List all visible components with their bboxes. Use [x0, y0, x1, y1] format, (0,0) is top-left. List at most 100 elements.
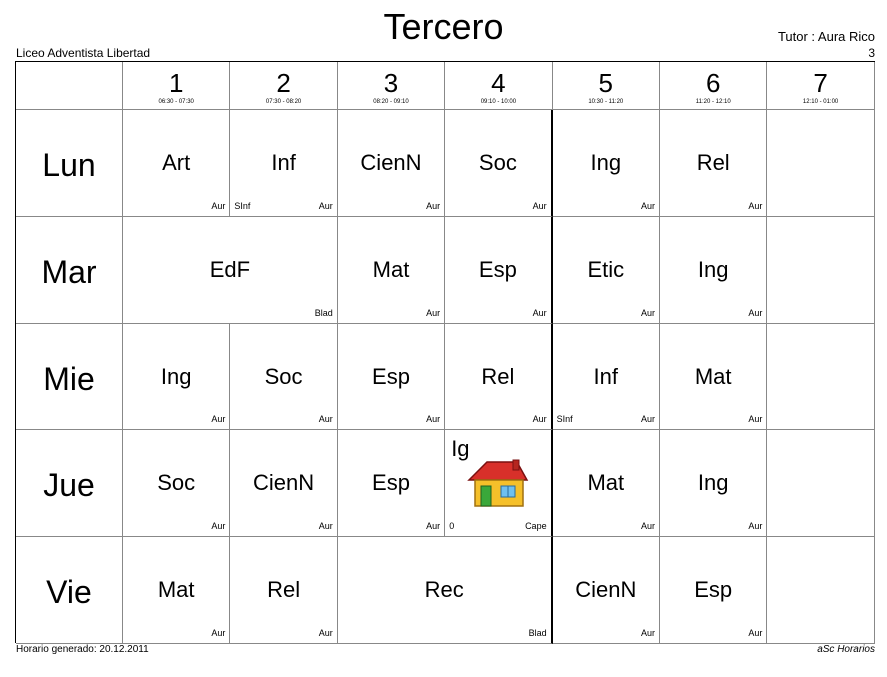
lesson-teacher: Aur: [532, 307, 547, 318]
lesson-cell[interactable]: CienN Aur: [552, 537, 660, 644]
lesson-subject: Rel: [481, 363, 515, 389]
lesson-subject: Esp: [372, 363, 410, 389]
period-number: 7: [813, 68, 828, 98]
timetable-grid: 1 06:30 - 07:30 2 07:30 - 08:20 3 08:20 - 09:…: [15, 61, 875, 644]
lesson-cell[interactable]: Art Aur: [123, 110, 231, 217]
lesson-subject: Art: [162, 150, 191, 175]
period-header: 5 10:30 - 11:20: [552, 62, 660, 110]
lesson-cell[interactable]: [767, 216, 875, 324]
lesson-teacher: Aur: [318, 521, 333, 532]
lesson-subject: CienN: [253, 470, 315, 496]
lesson-room: SInf: [556, 414, 573, 425]
lesson-cell[interactable]: CienN Aur: [337, 110, 446, 217]
lesson-subject: Mat: [587, 470, 625, 496]
lesson-teacher: Aur: [640, 521, 655, 532]
lesson-teacher: Aur: [211, 627, 226, 638]
period-number: 5: [598, 68, 614, 98]
lesson-teacher: Aur: [426, 521, 441, 532]
period-header: 6 11:20 - 12:10: [660, 62, 768, 110]
lesson-teacher: Aur: [640, 307, 655, 318]
lesson-cell[interactable]: Esp Aur: [337, 430, 446, 538]
lesson-cell[interactable]: Soc Aur: [230, 323, 338, 431]
lesson-subject: Mat: [372, 256, 410, 282]
lesson-teacher: Aur: [748, 200, 763, 211]
lesson-cell[interactable]: [767, 537, 875, 644]
lesson-teacher: Aur: [426, 414, 441, 425]
lesson-teacher: Aur: [748, 521, 763, 532]
lesson-cell[interactable]: Mat Aur: [123, 537, 231, 644]
day-name: Lun: [42, 147, 96, 183]
lesson-subject: Ing: [697, 256, 729, 282]
lesson-teacher: Aur: [426, 307, 441, 318]
lesson-cell[interactable]: EdF Blad: [123, 216, 338, 324]
lesson-cell[interactable]: [767, 430, 875, 538]
lesson-cell[interactable]: Mat Aur: [660, 323, 768, 431]
lesson-cell[interactable]: Esp Aur: [660, 537, 768, 644]
lesson-teacher: Aur: [211, 414, 226, 425]
lesson-teacher: Aur: [318, 627, 333, 638]
lesson-subject: Soc: [157, 470, 196, 496]
lesson-cell[interactable]: Rel Aur: [660, 110, 768, 217]
lesson-cell[interactable]: Mat Aur: [337, 216, 446, 324]
lesson-cell[interactable]: Ing Aur: [552, 110, 660, 217]
day-header: Lun: [16, 110, 123, 217]
lesson-cell[interactable]: CienN Aur: [230, 430, 338, 538]
lesson-subject: Inf: [593, 363, 619, 389]
period-header: 1 06:30 - 07:30: [123, 62, 231, 110]
lesson-cell[interactable]: Rel Aur: [230, 537, 338, 644]
lesson-teacher: Aur: [318, 200, 333, 211]
day-header: Jue: [16, 430, 123, 538]
lesson-cell[interactable]: [767, 323, 875, 431]
lesson-subject: EdF: [209, 256, 251, 282]
lesson-subject: CienN: [575, 577, 637, 603]
corner-cell: [16, 62, 123, 110]
lesson-cell[interactable]: Soc Aur: [445, 110, 553, 217]
lesson-teacher: Aur: [211, 521, 226, 532]
lesson-subject: Ing: [160, 363, 192, 389]
lesson-cell[interactable]: Soc Aur: [123, 430, 231, 538]
lesson-cell[interactable]: Inf Aur SInf: [230, 110, 338, 217]
lesson-teacher: Blad: [314, 307, 333, 318]
generated-date: Horario generado: 20.12.2011: [16, 644, 149, 655]
period-number: 6: [705, 68, 721, 98]
day-header: Vie: [16, 537, 123, 644]
lesson-cell[interactable]: Ing Aur: [660, 216, 768, 324]
lesson-subject: Esp: [694, 577, 733, 603]
lesson-cell[interactable]: Rec Blad: [337, 537, 553, 644]
lesson-room: 0: [449, 521, 455, 532]
lesson-cell[interactable]: Ing Aur: [660, 430, 768, 538]
lesson-cell[interactable]: Ig Cape 0: [445, 430, 553, 538]
period-time: 11:20 - 12:10: [695, 99, 731, 105]
lesson-cell[interactable]: Etic Aur: [552, 216, 660, 324]
lesson-teacher: Aur: [532, 200, 547, 211]
period-time: 12:10 - 01:00: [802, 99, 839, 105]
day-name: Vie: [46, 574, 92, 611]
lesson-teacher: Cape: [525, 521, 547, 532]
day-name: Mar: [41, 253, 97, 290]
lesson-teacher: Aur: [640, 414, 655, 425]
lesson-cell[interactable]: [767, 110, 875, 217]
period-number: 3: [383, 68, 399, 98]
lesson-cell[interactable]: Esp Aur: [337, 323, 446, 431]
lesson-cell[interactable]: Rel Aur: [445, 323, 553, 431]
period-number: 4: [491, 68, 506, 98]
lesson-teacher: Aur: [640, 200, 655, 211]
day-name: Mie: [43, 360, 95, 397]
lesson-subject: Rec: [424, 577, 464, 603]
lesson-cell[interactable]: Ing Aur: [123, 323, 231, 431]
lesson-cell[interactable]: Mat Aur: [552, 430, 660, 538]
lesson-cell[interactable]: Esp Aur: [445, 216, 553, 324]
lesson-cell[interactable]: Inf Aur SInf: [552, 323, 660, 431]
lesson-teacher: Blad: [528, 627, 547, 638]
period-time: 10:30 - 11:20: [588, 99, 624, 105]
period-header: 3 08:20 - 09:10: [337, 62, 446, 110]
lesson-teacher: Aur: [748, 414, 763, 425]
lesson-subject: Inf: [271, 150, 296, 175]
school-name: Liceo Adventista Libertad: [16, 46, 151, 60]
period-number: 1: [168, 68, 184, 98]
period-time: 06:30 - 07:30: [158, 99, 194, 105]
tutor-label: Tutor : Aura Rico: [777, 29, 875, 44]
lesson-room: SInf: [234, 200, 251, 211]
lesson-subject: Mat: [694, 363, 732, 389]
lesson-teacher: Aur: [748, 627, 763, 638]
